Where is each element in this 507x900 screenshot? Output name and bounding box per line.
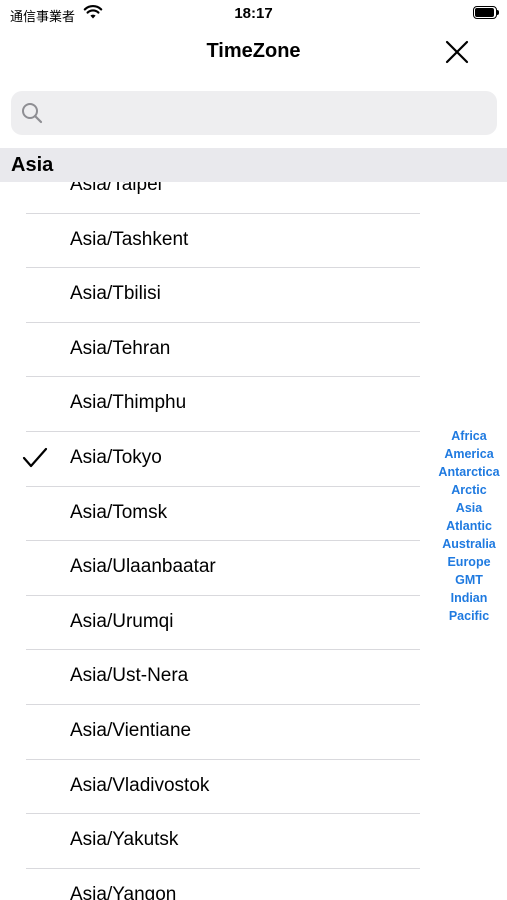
- list-item[interactable]: Asia/Thimphu: [0, 377, 507, 432]
- list-item-label: Asia/Yakutsk: [70, 829, 179, 851]
- list-item-label: Asia/Tomsk: [70, 501, 168, 523]
- list-item-label: Asia/Yangon: [70, 883, 177, 900]
- search-bar[interactable]: [11, 91, 497, 135]
- list-item[interactable]: Asia/Tehran: [0, 323, 507, 378]
- section-index-item[interactable]: Indian: [451, 589, 488, 607]
- list-item[interactable]: Asia/Yangon: [0, 869, 507, 900]
- close-button[interactable]: [445, 40, 469, 64]
- checkmark-icon: [22, 446, 48, 475]
- close-icon: [445, 40, 469, 64]
- section-index-item[interactable]: GMT: [455, 571, 483, 589]
- section-index-item[interactable]: Pacific: [449, 607, 489, 625]
- section-index-item[interactable]: Africa: [451, 427, 486, 445]
- list-item-label: Asia/Ust-Nera: [70, 665, 189, 687]
- status-bar: 通信事業者 18:17: [0, 0, 507, 28]
- list-item-label: Asia/Tehran: [70, 337, 171, 359]
- list-item-label: Asia/Tokyo: [70, 446, 162, 468]
- section-index-item[interactable]: Antarctica: [438, 463, 499, 481]
- page-title: TimeZone: [206, 40, 301, 62]
- section-header-label: Asia: [11, 154, 54, 176]
- list-item-label: Asia/Urumqi: [70, 610, 174, 632]
- list-item-label: Asia/Tashkent: [70, 228, 189, 250]
- section-index-item[interactable]: Arctic: [451, 481, 486, 499]
- section-index-item[interactable]: Atlantic: [446, 517, 492, 535]
- list-item[interactable]: Asia/Yakutsk: [0, 814, 507, 869]
- section-index-item[interactable]: America: [444, 445, 493, 463]
- list-item[interactable]: Asia/Vientiane: [0, 705, 507, 760]
- list-item-label: Asia/Ulaanbaatar: [70, 556, 216, 578]
- section-index-item[interactable]: Asia: [456, 499, 482, 517]
- section-index-item[interactable]: Europe: [447, 553, 490, 571]
- section-header: Asia: [0, 148, 507, 182]
- status-time: 18:17: [234, 5, 273, 22]
- list-item-label: Asia/Vladivostok: [70, 774, 210, 796]
- section-index-item[interactable]: Australia: [442, 535, 496, 553]
- battery-icon: [473, 6, 499, 19]
- list-item-label: Asia/Tbilisi: [70, 283, 161, 305]
- search-icon: [21, 102, 43, 129]
- list-item-label: Asia/Thimphu: [70, 392, 187, 414]
- list-item[interactable]: Asia/Vladivostok: [0, 760, 507, 815]
- search-input[interactable]: [53, 99, 487, 129]
- list-item[interactable]: Asia/Tbilisi: [0, 268, 507, 323]
- list-item-label: Asia/Vientiane: [70, 719, 192, 741]
- list-item[interactable]: Asia/Tashkent: [0, 214, 507, 269]
- list-item[interactable]: Asia/Ust-Nera: [0, 650, 507, 705]
- section-index[interactable]: Africa America Antarctica Arctic Asia Atlanti…: [430, 427, 507, 625]
